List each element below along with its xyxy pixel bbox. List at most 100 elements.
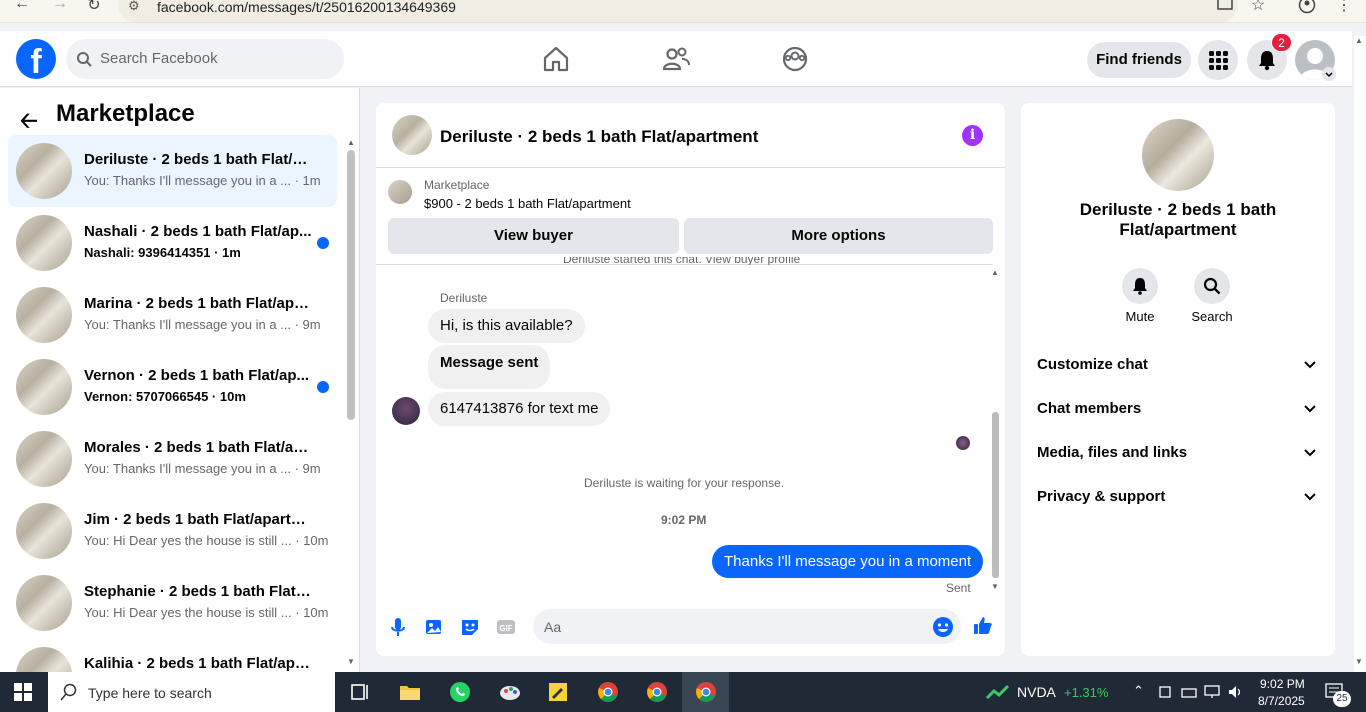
browser-menu-icon[interactable]: ⋮: [1332, 0, 1356, 15]
listing-price[interactable]: $900 - 2 beds 1 bath Flat/apartment: [424, 196, 631, 211]
conversation-preview: Nashali: 9396414351 · 1m: [84, 245, 241, 260]
chat-members-section[interactable]: Chat members: [1037, 400, 1141, 417]
sender-avatar[interactable]: [392, 397, 420, 425]
scroll-up-icon[interactable]: ▲: [347, 138, 355, 147]
sticker-icon[interactable]: [459, 616, 481, 638]
page-scroll-up-icon[interactable]: ▲: [1355, 36, 1363, 45]
paint-app-icon[interactable]: [498, 680, 522, 704]
message-bubble[interactable]: 6147413876 for text me: [428, 392, 611, 426]
conversation-thumbnail: [16, 359, 72, 415]
find-friends-button[interactable]: Find friends: [1087, 42, 1191, 78]
stock-change: +1.31%: [1064, 685, 1109, 700]
svg-text:GIF: GIF: [499, 624, 512, 633]
tray-display-icon[interactable]: [1204, 685, 1220, 699]
conversation-thumbnail: [16, 215, 72, 271]
url-text[interactable]: facebook.com/messages/t/2501620013464936…: [157, 0, 456, 14]
notification-count-badge: 2: [1271, 33, 1292, 52]
conversation-name: Nashali · 2 beds 1 bath Flat/ap...: [84, 223, 312, 240]
forward-icon[interactable]: →: [48, 0, 72, 13]
chevron-down-icon[interactable]: [1303, 402, 1317, 416]
sticky-notes-icon[interactable]: [546, 680, 570, 704]
bookmark-star-icon[interactable]: ☆: [1246, 0, 1270, 15]
conversation-name: Stephanie · 2 beds 1 bath Flat/a...: [84, 583, 314, 600]
message-input[interactable]: Aa: [544, 619, 561, 635]
task-view-icon[interactable]: [348, 680, 372, 704]
conversation-item[interactable]: Nashali · 2 beds 1 bath Flat/ap... Nashal…: [8, 207, 337, 279]
taskbar-clock[interactable]: 9:02 PM 8/7/2025: [1258, 676, 1305, 710]
conversation-preview: You: Thanks I'll message you in a ... · …: [84, 461, 321, 476]
search-icon: [77, 52, 92, 67]
install-icon[interactable]: [1216, 0, 1234, 14]
grid-menu-icon: [1209, 51, 1228, 70]
account-chevron-icon[interactable]: [1322, 67, 1336, 81]
chrome-icon[interactable]: [596, 680, 620, 704]
page-scrollbar[interactable]: [1354, 36, 1366, 672]
volume-icon[interactable]: [1228, 685, 1244, 699]
message-composer[interactable]: [533, 609, 961, 644]
media-files-links-section[interactable]: Media, files and links: [1037, 444, 1187, 461]
conversation-name: Vernon · 2 beds 1 bath Flat/ap...: [84, 367, 310, 384]
mute-button[interactable]: [1122, 268, 1158, 304]
details-avatar[interactable]: [1142, 119, 1214, 191]
conversation-preview: Vernon: 5707066545 · 10m: [84, 389, 246, 404]
info-icon[interactable]: i: [962, 125, 983, 146]
photo-icon[interactable]: [423, 616, 445, 638]
listing-thumbnail[interactable]: [388, 180, 412, 204]
stock-ticker[interactable]: NVDA: [1017, 684, 1056, 700]
conversation-preview: You: Thanks I'll message you in a ... · …: [84, 173, 321, 188]
tray-device-icon[interactable]: [1158, 685, 1172, 699]
clock-time: 9:02 PM: [1260, 677, 1305, 691]
customize-chat-section[interactable]: Customize chat: [1037, 356, 1148, 373]
conversation-item[interactable]: Jim · 2 beds 1 bath Flat/apartment You: H…: [8, 495, 337, 567]
conversation-item[interactable]: Morales · 2 beds 1 bath Flat/apa... You: …: [8, 423, 337, 495]
chevron-down-icon[interactable]: [1303, 490, 1317, 504]
chevron-down-icon[interactable]: [1303, 358, 1317, 372]
privacy-support-section[interactable]: Privacy & support: [1037, 488, 1165, 505]
action-center-badge: 25: [1333, 691, 1351, 707]
emoji-icon[interactable]: [932, 616, 954, 638]
microphone-icon[interactable]: [387, 616, 409, 638]
marketplace-label: Marketplace: [424, 178, 490, 192]
message-bubble[interactable]: Hi, is this available?: [428, 309, 585, 343]
back-icon[interactable]: ←: [10, 0, 34, 13]
menu-button[interactable]: [1198, 40, 1238, 80]
conversation-item[interactable]: Marina · 2 beds 1 bath Flat/apart... You:…: [8, 279, 337, 351]
groups-icon[interactable]: [780, 44, 810, 74]
bell-icon: [1259, 51, 1275, 71]
file-explorer-icon[interactable]: [398, 680, 422, 704]
site-info-icon[interactable]: ⚙: [128, 0, 140, 14]
gif-icon[interactable]: GIF: [495, 616, 517, 638]
friends-icon[interactable]: [661, 44, 691, 74]
windows-start-icon[interactable]: [14, 683, 32, 701]
page-scroll-down-icon[interactable]: ▼: [1355, 657, 1363, 666]
scroll-down-icon[interactable]: ▼: [347, 657, 355, 666]
tray-chevron-icon[interactable]: ⌃: [1133, 683, 1144, 699]
outgoing-message-bubble[interactable]: Thanks I'll message you in a moment: [712, 545, 984, 578]
conversation-name: Jim · 2 beds 1 bath Flat/apartment: [84, 511, 314, 528]
tray-network-icon[interactable]: [1181, 685, 1197, 699]
facebook-logo-icon[interactable]: f: [16, 39, 56, 79]
profile-icon[interactable]: [1298, 0, 1316, 14]
whatsapp-icon[interactable]: [448, 680, 472, 704]
conversation-item[interactable]: Vernon · 2 beds 1 bath Flat/ap... Vernon:…: [8, 351, 337, 423]
search-input[interactable]: Search Facebook: [100, 50, 218, 67]
chat-avatar[interactable]: [392, 115, 432, 155]
chat-scrollbar[interactable]: [992, 412, 999, 578]
search-in-chat-button[interactable]: [1194, 268, 1230, 304]
message-sent-bubble[interactable]: Message sent: [428, 345, 551, 389]
chrome-active-icon[interactable]: [694, 680, 718, 704]
view-buyer-button[interactable]: View buyer: [388, 218, 679, 254]
chat-scroll-up-icon[interactable]: ▲: [991, 268, 999, 277]
conversation-item[interactable]: Stephanie · 2 beds 1 bath Flat/a... You: …: [8, 567, 337, 639]
chat-title[interactable]: Deriluste · 2 beds 1 bath Flat/apartment: [440, 127, 758, 147]
thumbs-up-icon[interactable]: [972, 614, 994, 636]
chrome-profile-icon[interactable]: [645, 680, 669, 704]
reload-icon[interactable]: ↻: [82, 0, 106, 15]
taskbar-search-input[interactable]: Type here to search: [88, 685, 212, 701]
more-options-button[interactable]: More options: [684, 218, 993, 254]
chat-scroll-down-icon[interactable]: ▼: [991, 582, 999, 591]
home-icon[interactable]: [541, 44, 571, 74]
conversation-item[interactable]: Deriluste · 2 beds 1 bath Flat/ap... You:…: [8, 135, 337, 207]
chevron-down-icon[interactable]: [1303, 446, 1317, 460]
conversation-list-scrollbar[interactable]: [347, 150, 355, 420]
